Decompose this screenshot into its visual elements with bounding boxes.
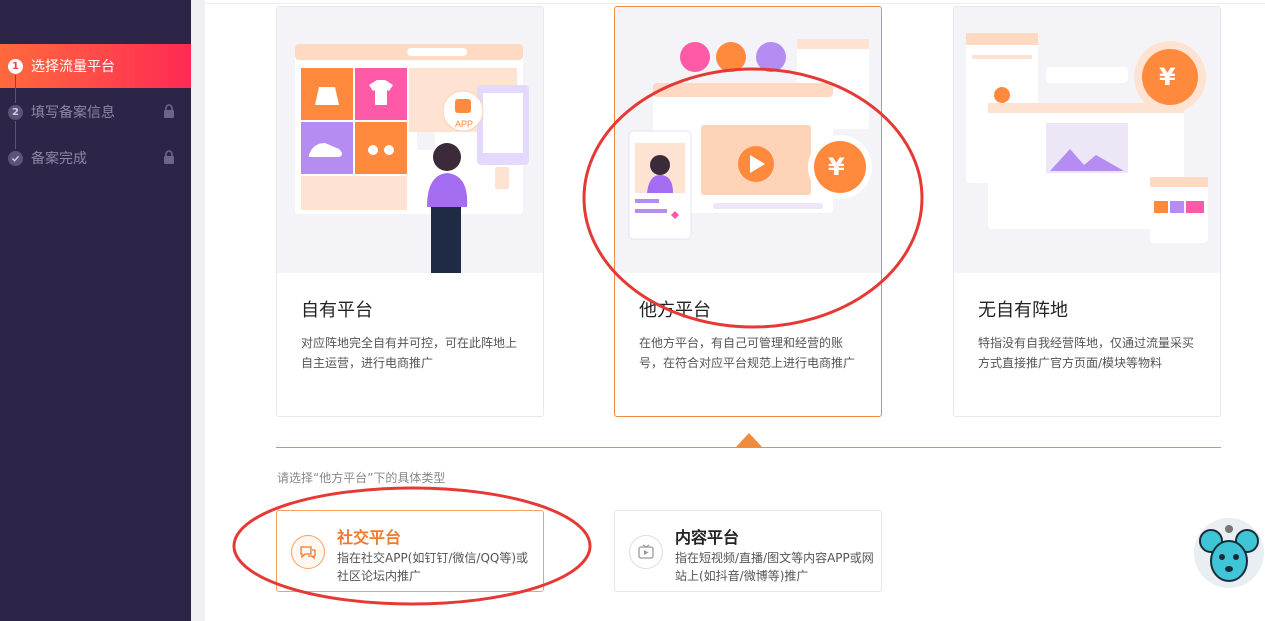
step-complete[interactable]: 备案完成 [0, 136, 191, 180]
step-number-badge: 2 [8, 104, 23, 120]
no-own-channel-illustration: ¥ [954, 7, 1220, 273]
currency-icon: ¥ [828, 153, 845, 181]
lock-icon [164, 150, 174, 164]
chat-icon [291, 535, 325, 569]
lock-icon [164, 104, 174, 118]
card-own-platform[interactable]: APP 自有平台 对应阵地完全自有并可控，可在此阵地上自主运营，进行电商推广 [276, 6, 544, 417]
step-fill-info[interactable]: 2 填写备案信息 [0, 90, 191, 134]
app-label: APP [455, 119, 474, 129]
card-title: 自有平台 [301, 300, 373, 321]
video-icon [629, 535, 663, 569]
selection-pointer [736, 433, 762, 447]
customer-service-mascot[interactable] [1193, 517, 1265, 589]
section-divider [276, 447, 1221, 448]
own-platform-illustration: APP [277, 7, 543, 273]
card-third-party-platform[interactable]: ¥ 他方平台 在他方平台，有自己可管理和经营的账号，在符合对应平台规范上进行电商… [614, 6, 882, 417]
sidebar-gutter [191, 0, 205, 621]
step-label: 备案完成 [31, 151, 87, 167]
option-title: 内容平台 [675, 528, 740, 547]
step-number-badge: 1 [8, 58, 23, 74]
step-label: 选择流量平台 [31, 59, 115, 75]
subtype-prompt: 请选择“他方平台”下的具体类型 [277, 471, 446, 485]
step-label: 填写备案信息 [31, 105, 115, 121]
option-content-platform[interactable]: 内容平台 指在短视频/直播/图文等内容APP或网站上(如抖音/微博等)推广 [614, 510, 882, 592]
option-description: 指在社交APP(如钉钉/微信/QQ等)或社区论坛内推广 [337, 551, 529, 583]
card-title: 无自有阵地 [978, 300, 1068, 321]
card-description: 对应阵地完全自有并可控，可在此阵地上自主运营，进行电商推广 [301, 336, 518, 370]
sidebar: 1 选择流量平台 2 填写备案信息 备案完成 [0, 0, 191, 621]
card-description: 特指没有自我经营阵地，仅通过流量采买方式直接推广官方页面/模块等物料 [978, 336, 1195, 370]
check-icon [8, 150, 23, 166]
step-select-platform[interactable]: 1 选择流量平台 [0, 44, 191, 88]
option-title: 社交平台 [337, 528, 402, 547]
option-description: 指在短视频/直播/图文等内容APP或网站上(如抖音/微博等)推广 [675, 551, 874, 583]
currency-icon: ¥ [1159, 63, 1176, 91]
card-description: 在他方平台，有自己可管理和经营的账号，在符合对应平台规范上进行电商推广 [639, 336, 856, 370]
option-social-platform[interactable]: 社交平台 指在社交APP(如钉钉/微信/QQ等)或社区论坛内推广 [276, 510, 544, 592]
top-divider [205, 3, 1265, 4]
third-party-illustration: ¥ [615, 7, 881, 273]
card-no-own-channel[interactable]: ¥ 无自有阵地 特指没有自我经营阵地，仅通过流量采买方式直接推广官方页面/模块等… [953, 6, 1221, 417]
card-title: 他方平台 [639, 300, 711, 321]
